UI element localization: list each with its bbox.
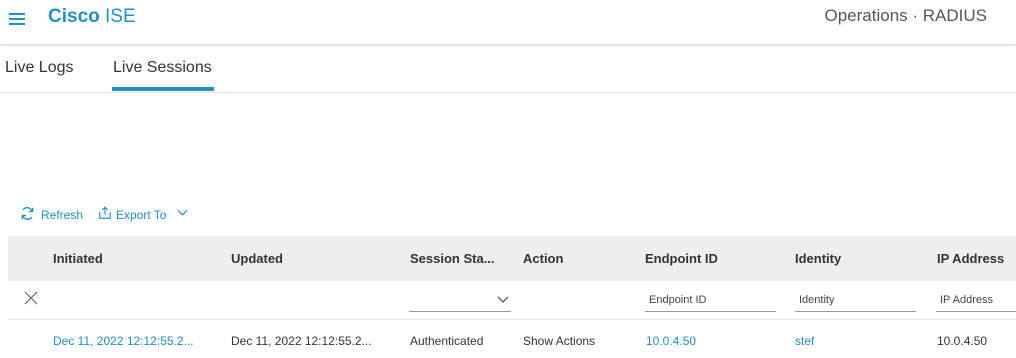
table-header-row: Initiated Updated Session Sta... Action … xyxy=(8,236,1016,281)
brand-bold: Cisco xyxy=(48,6,100,27)
identity-filter-input[interactable]: Identity xyxy=(795,287,916,312)
refresh-label: Refresh xyxy=(41,208,84,222)
table-row[interactable]: Dec 11, 2022 12:12:55.2... Dec 11, 2022 … xyxy=(8,330,1016,354)
column-header-session-status[interactable]: Session Sta... xyxy=(410,251,495,266)
app-brand[interactable]: Cisco ISE xyxy=(48,6,136,28)
cell-session-status: Authenticated xyxy=(410,334,484,348)
table-filter-row: Endpoint ID Identity IP Address xyxy=(8,281,1016,320)
column-header-endpoint-id[interactable]: Endpoint ID xyxy=(645,251,718,266)
page-context: Operations · RADIUS xyxy=(824,6,988,25)
chevron-down-icon xyxy=(497,296,509,303)
export-to-button[interactable]: Export To xyxy=(98,206,190,224)
identity-filter-placeholder: Identity xyxy=(799,294,835,306)
live-sessions-table: Initiated Updated Session Sta... Action … xyxy=(8,236,1016,358)
cell-updated: Dec 11, 2022 12:12:55.2... xyxy=(231,334,372,348)
chevron-down-icon xyxy=(177,209,188,216)
menu-icon[interactable] xyxy=(9,13,25,25)
refresh-button[interactable]: Refresh xyxy=(20,206,86,224)
column-header-action[interactable]: Action xyxy=(523,251,563,266)
endpoint-id-filter-placeholder: Endpoint ID xyxy=(649,294,707,306)
endpoint-id-filter-input[interactable]: Endpoint ID xyxy=(645,287,776,312)
cell-endpoint-id[interactable]: 10.0.4.50 xyxy=(646,334,696,348)
session-status-filter-select[interactable] xyxy=(409,287,511,312)
export-label: Export To xyxy=(116,208,167,222)
clear-filters-icon[interactable] xyxy=(24,291,38,305)
tab-bar: Live Logs Live Sessions xyxy=(0,46,1016,93)
column-header-updated[interactable]: Updated xyxy=(231,251,283,266)
cell-ip-address: 10.0.4.50 xyxy=(937,334,988,348)
column-header-ip-address[interactable]: IP Address xyxy=(937,251,1004,266)
column-header-initiated[interactable]: Initiated xyxy=(53,251,103,266)
ip-address-filter-input[interactable]: IP Address xyxy=(936,287,1016,312)
cell-initiated[interactable]: Dec 11, 2022 12:12:55.2... xyxy=(53,334,194,348)
export-icon xyxy=(99,206,111,219)
ip-address-filter-placeholder: IP Address xyxy=(940,294,993,306)
top-bar: Cisco ISE Operations · RADIUS xyxy=(0,0,1016,45)
column-header-identity[interactable]: Identity xyxy=(795,251,841,266)
brand-product: ISE xyxy=(105,6,136,27)
tab-live-sessions[interactable]: Live Sessions xyxy=(113,59,212,77)
tab-live-logs[interactable]: Live Logs xyxy=(5,59,74,77)
cell-identity[interactable]: stef xyxy=(795,334,814,348)
show-actions-link[interactable]: Show Actions xyxy=(523,334,595,348)
refresh-icon xyxy=(21,207,34,220)
active-tab-indicator xyxy=(112,87,214,91)
